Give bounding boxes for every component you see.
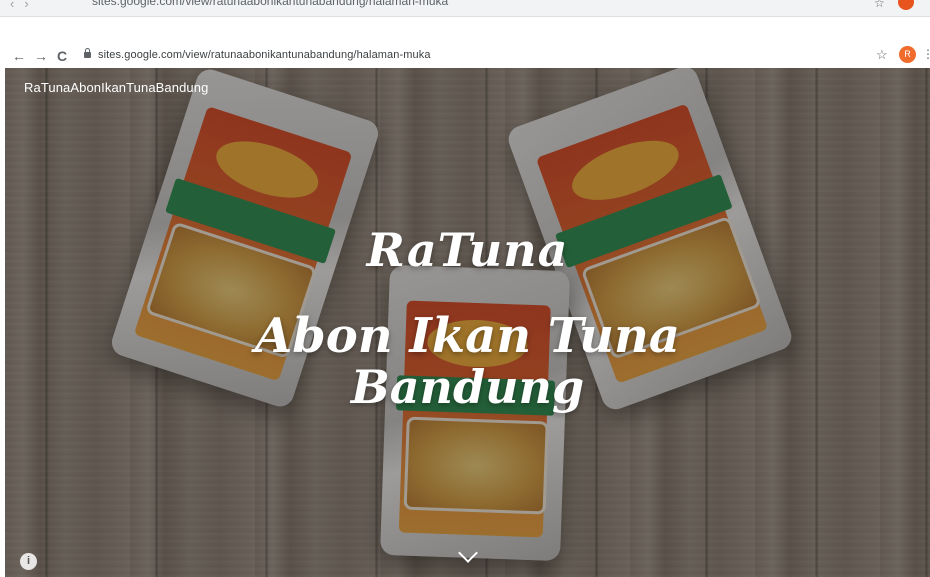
site-name-link[interactable]: RaTunaAbonIkanTunaBandung: [24, 80, 208, 95]
ghost-star-icon: ☆: [874, 0, 885, 10]
info-icon[interactable]: i: [20, 553, 37, 570]
ghost-avatar: [898, 0, 914, 10]
address-bar[interactable]: sites.google.com/view/ratunaabonikantuna…: [98, 49, 431, 61]
lock-icon[interactable]: [84, 48, 91, 59]
hero-title-line-1: RaTuna: [366, 223, 569, 277]
profile-avatar[interactable]: R: [899, 46, 916, 63]
browser-menu-icon[interactable]: ⋮: [922, 47, 930, 61]
back-arrow-icon[interactable]: ←: [12, 46, 26, 66]
browser-toolbar: ← → C sites.google.com/view/ratunaabonik…: [0, 44, 930, 68]
ghost-nav-icons: ‹›: [10, 0, 39, 11]
forward-arrow-icon[interactable]: →: [34, 46, 48, 66]
hero-title-line-3: Bandung: [350, 360, 585, 414]
hero-title-line-2: Abon Ikan Tuna: [254, 308, 681, 364]
ghost-browser-bar: ‹› sites.google.com/view/ratunaabonikant…: [0, 0, 930, 17]
ghost-url: sites.google.com/view/ratunaabonikantuna…: [92, 0, 449, 8]
bookmark-star-icon[interactable]: ☆: [876, 47, 888, 63]
hero-banner: RaTunaAbonIkanTunaBandung RaTuna Abon Ik…: [5, 68, 930, 577]
reload-icon[interactable]: C: [57, 46, 67, 66]
